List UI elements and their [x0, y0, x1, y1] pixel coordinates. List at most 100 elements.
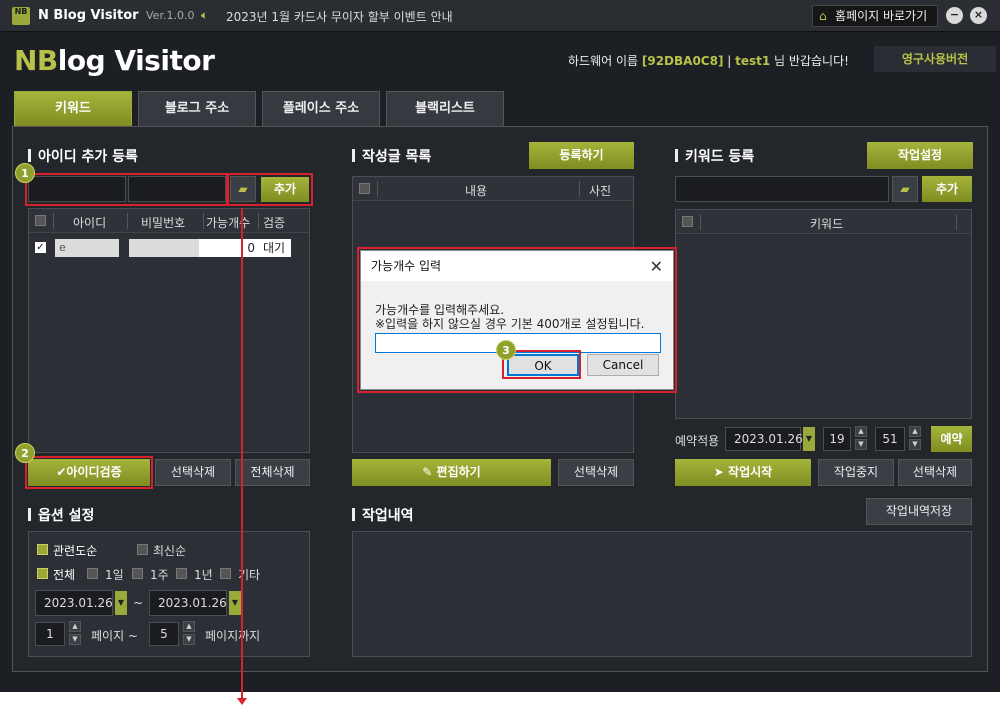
id-delete-selected-button[interactable]: 선택삭제	[155, 459, 231, 486]
date-dropdown-icon[interactable]: ▼	[803, 427, 815, 451]
register-post-button[interactable]: 등록하기	[529, 142, 634, 169]
minimize-button[interactable]: −	[946, 7, 963, 24]
step-badge-2: 2	[15, 443, 35, 463]
period-1day-checkbox[interactable]	[87, 568, 98, 579]
period-all-checkbox[interactable]	[37, 568, 48, 579]
schedule-hour[interactable]: 19	[823, 427, 851, 451]
edit-post-button[interactable]: ✎ 편집하기	[352, 459, 551, 486]
options-section-title: 옵션 설정	[28, 505, 94, 525]
tab-place-address[interactable]: 플레이스 주소	[262, 91, 380, 126]
schedule-date[interactable]: 2023.01.26	[725, 427, 803, 451]
tab-blog-address[interactable]: 블로그 주소	[138, 91, 256, 126]
period-1day-label: 1일	[105, 568, 124, 582]
minute-spinner[interactable]: ▲ ▼	[909, 426, 921, 450]
page-to-label: 페이지까지	[205, 629, 261, 643]
row-checkbox[interactable]: ✓	[35, 242, 46, 253]
dialog-cancel-button[interactable]: Cancel	[587, 354, 659, 376]
keyword-list[interactable]: 키워드	[675, 209, 972, 419]
table-row[interactable]: ✓ e 0 대기	[29, 239, 309, 257]
tab-keyword[interactable]: 키워드	[14, 91, 132, 126]
page-from[interactable]: 1	[35, 622, 65, 646]
pencil-icon: ✎	[422, 465, 437, 479]
select-all-keywords-checkbox[interactable]	[682, 216, 693, 227]
stop-job-button[interactable]: 작업중지	[818, 459, 894, 486]
highlight-add	[227, 173, 313, 206]
send-icon: ➤	[713, 465, 729, 479]
reserve-button[interactable]: 예약	[931, 426, 972, 452]
hardware-id: [92DBA0C8]	[641, 54, 724, 68]
tab-blacklist[interactable]: 블랙리스트	[386, 91, 504, 126]
log-section-title: 작업내역	[352, 505, 414, 525]
step-badge-3: 3	[496, 340, 516, 360]
page-from-label: 페이지 ~	[91, 629, 138, 643]
post-delete-selected-button[interactable]: 선택삭제	[558, 459, 634, 486]
period-1week-checkbox[interactable]	[132, 568, 143, 579]
app-name: N Blog Visitor	[38, 8, 139, 23]
schedule-label: 예약적용	[675, 434, 720, 448]
close-button[interactable]: ×	[970, 7, 987, 24]
date-from-dropdown-icon[interactable]: ▼	[115, 591, 127, 615]
select-all-posts-checkbox[interactable]	[359, 183, 370, 194]
period-1year-label: 1년	[194, 568, 213, 582]
period-1year-checkbox[interactable]	[176, 568, 187, 579]
post-list-header: 내용 사진	[353, 177, 633, 201]
keyword-list-header: 키워드	[676, 210, 971, 234]
options-box: 관련도순 최신순 전체 1일 1주 1년 기타 2023.01.26 ▼ ~ 2…	[28, 531, 310, 657]
sort-relevance-label: 관련도순	[53, 544, 98, 558]
sort-latest-checkbox[interactable]	[137, 544, 148, 555]
page-from-spinner[interactable]: ▲ ▼	[69, 621, 81, 645]
hour-spinner[interactable]: ▲ ▼	[855, 426, 867, 450]
job-settings-button[interactable]: 작업설정	[867, 142, 973, 169]
start-job-button[interactable]: ➤ 작업시작	[675, 459, 811, 486]
schedule-minute[interactable]: 51	[875, 427, 905, 451]
username: test1	[735, 54, 771, 68]
highlight-verify	[25, 456, 153, 489]
dialog-close-icon[interactable]: ✕	[650, 257, 663, 276]
keyword-delete-selected-button[interactable]: 선택삭제	[898, 459, 972, 486]
homepage-button[interactable]: ⌂ 홈페이지 바로가기	[812, 5, 938, 27]
notice-text[interactable]: 2023년 1월 카드사 무이자 할부 이벤트 안내	[226, 8, 453, 25]
keyword-folder-icon[interactable]: ▰	[892, 176, 918, 202]
date-to-dropdown-icon[interactable]: ▼	[229, 591, 241, 615]
period-1week-label: 1주	[150, 568, 169, 582]
annotation-arrow	[241, 208, 243, 701]
keyword-input[interactable]	[675, 176, 889, 202]
sort-relevance-checkbox[interactable]	[37, 544, 48, 555]
select-all-checkbox[interactable]	[35, 215, 46, 226]
col-keyword: 키워드	[810, 217, 844, 231]
user-info: 하드웨어 이름 [92DBA0C8] | test1 님 반갑습니다!	[568, 54, 849, 68]
brand-logo: NBlog Visitor	[14, 44, 215, 77]
date-from[interactable]: 2023.01.26	[35, 590, 113, 616]
row-password	[129, 239, 199, 257]
period-all-label: 전체	[53, 568, 76, 582]
date-to[interactable]: 2023.01.26	[149, 590, 227, 616]
id-delete-all-button[interactable]: 전체삭제	[235, 459, 310, 486]
save-log-button[interactable]: 작업내역저장	[866, 498, 972, 525]
row-status: 대기	[261, 239, 291, 257]
highlight-id-inputs	[25, 173, 228, 206]
dialog-title: 가능개수 입력	[361, 251, 673, 281]
id-section-title: 아이디 추가 등록	[28, 146, 138, 166]
page-to[interactable]: 5	[149, 622, 179, 646]
posts-section-title: 작성글 목록	[352, 146, 431, 166]
id-list[interactable]: 아이디 비밀번호 가능개수 검증 ✓ e 0 대기	[28, 208, 310, 453]
col-id: 아이디	[73, 216, 107, 230]
col-photo: 사진	[589, 184, 612, 198]
keyword-add-button[interactable]: 추가	[922, 176, 972, 202]
app-logo-icon: NB	[12, 7, 30, 25]
speaker-icon: 🔈︎	[201, 8, 209, 22]
sort-latest-label: 최신순	[153, 544, 187, 558]
license-button[interactable]: 영구사용버전	[874, 46, 996, 72]
col-verify: 검증	[263, 216, 286, 230]
title-bar: NB N Blog Visitor Ver.1.0.0 🔈︎ 2023년 1월 …	[0, 0, 1000, 32]
page-to-spinner[interactable]: ▲ ▼	[183, 621, 195, 645]
step-badge-1: 1	[15, 163, 35, 183]
row-id: e	[55, 239, 119, 257]
col-password: 비밀번호	[141, 216, 186, 230]
annotation-arrow-head	[237, 698, 247, 705]
col-count: 가능개수	[206, 216, 251, 230]
row-count: 0	[199, 239, 261, 257]
period-other-checkbox[interactable]	[220, 568, 231, 579]
log-box[interactable]	[352, 531, 972, 657]
dialog-message-2: ※입력을 하지 않으실 경우 기본 400개로 설정됩니다.	[375, 317, 645, 331]
